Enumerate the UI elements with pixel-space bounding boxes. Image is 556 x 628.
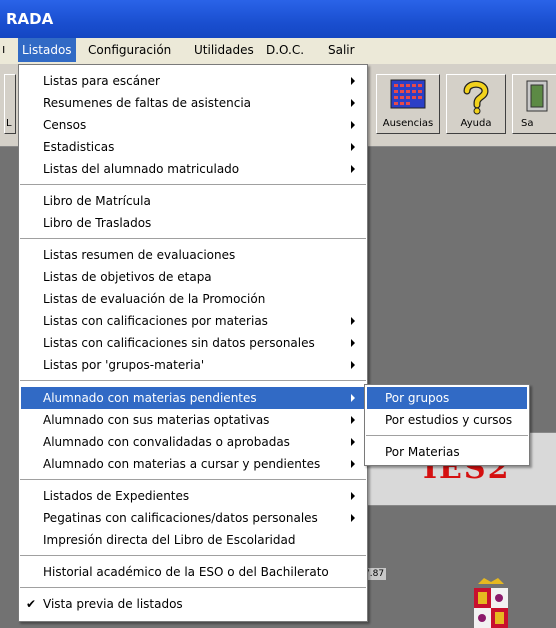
- submenu-arrow-icon: [351, 361, 355, 369]
- submenu-item-por-grupos[interactable]: Por grupos: [367, 387, 527, 409]
- salir-button-partial[interactable]: Sa: [512, 74, 556, 134]
- menu-separator: [20, 555, 366, 556]
- menu-item-censos[interactable]: Censos: [19, 114, 367, 136]
- menu-separator: [20, 184, 366, 185]
- menu-item-resumen-evaluaciones[interactable]: Listas resumen de evaluaciones: [19, 244, 367, 266]
- submenu-item-label: Por grupos: [385, 391, 450, 405]
- submenu-arrow-icon: [351, 339, 355, 347]
- salir-label: Sa: [521, 118, 534, 129]
- submenu-item-label: Por Materias: [385, 445, 460, 459]
- submenu-arrow-icon: [351, 121, 355, 129]
- menu-item-label: Alumnado con convalidadas o aprobadas: [43, 435, 290, 449]
- menu-configuracion[interactable]: Configuración: [88, 43, 171, 57]
- menu-item-alumnado-matriculado[interactable]: Listas del alumnado matriculado: [19, 158, 367, 180]
- menu-item-materias-optativas[interactable]: Alumnado con sus materias optativas: [19, 409, 367, 431]
- menu-item-label: Listas con calificaciones por materias: [43, 314, 268, 328]
- menu-item-libro-traslados[interactable]: Libro de Traslados: [19, 212, 367, 234]
- menu-item-vista-previa[interactable]: ✔ Vista previa de listados: [19, 593, 367, 615]
- menu-utilidades[interactable]: Utilidades: [194, 43, 254, 57]
- menu-listados[interactable]: Listados: [18, 38, 76, 62]
- menu-item-expedientes[interactable]: Listados de Expedientes: [19, 485, 367, 507]
- menu-separator: [20, 479, 366, 480]
- menu-item-label: Pegatinas con calificaciones/datos perso…: [43, 511, 318, 525]
- menu-item-label: Vista previa de listados: [43, 597, 183, 611]
- ayuda-label: Ayuda: [460, 118, 492, 129]
- menu-item-calificaciones-sin-datos[interactable]: Listas con calificaciones sin datos pers…: [19, 332, 367, 354]
- coat-of-arms-icon: [474, 578, 508, 628]
- menu-item-cursar-pendientes[interactable]: Alumnado con materias a cursar y pendien…: [19, 453, 367, 475]
- menu-item-label: Listas con calificaciones sin datos pers…: [43, 336, 315, 350]
- menu-item-label: Listas de evaluación de la Promoción: [43, 292, 266, 306]
- window-title: RADA: [6, 10, 54, 28]
- submenu-arrow-icon: [351, 99, 355, 107]
- submenu-arrow-icon: [351, 438, 355, 446]
- menu-item-pegatinas[interactable]: Pegatinas con calificaciones/datos perso…: [19, 507, 367, 529]
- menu-item-grupos-materia[interactable]: Listas por 'grupos-materia': [19, 354, 367, 376]
- menu-item-label: Listas para escáner: [43, 74, 160, 88]
- checkmark-icon: ✔: [26, 597, 37, 611]
- menu-item-label: Historial académico de la ESO o del Bach…: [43, 565, 329, 579]
- menu-separator: [20, 380, 366, 381]
- menu-item-label: Resumenes de faltas de asistencia: [43, 96, 252, 110]
- menu-item-label: Alumnado con sus materias optativas: [43, 413, 270, 427]
- pendientes-submenu: Por grupos Por estudios y cursos Por Mat…: [364, 384, 530, 466]
- menu-item-label: Listados de Expedientes: [43, 489, 190, 503]
- submenu-item-por-estudios[interactable]: Por estudios y cursos: [365, 409, 529, 431]
- menu-item-label: Listas resumen de evaluaciones: [43, 248, 236, 262]
- menu-bar-edge: ı: [2, 42, 6, 56]
- submenu-item-por-materias[interactable]: Por Materias: [365, 441, 529, 463]
- menu-item-objetivos-etapa[interactable]: Listas de objetivos de etapa: [19, 266, 367, 288]
- menu-item-listas-escaner[interactable]: Listas para escáner: [19, 70, 367, 92]
- ayuda-button[interactable]: Ayuda: [446, 74, 506, 134]
- submenu-arrow-icon: [351, 77, 355, 85]
- menu-separator: [20, 238, 366, 239]
- menu-salir[interactable]: Salir: [328, 43, 355, 57]
- menu-item-label: Listas del alumnado matriculado: [43, 162, 240, 176]
- menu-item-convalidadas[interactable]: Alumnado con convalidadas o aprobadas: [19, 431, 367, 453]
- ausencias-label: Ausencias: [382, 118, 434, 129]
- ausencias-button[interactable]: Ausencias: [376, 74, 440, 134]
- submenu-arrow-icon: [351, 460, 355, 468]
- calendar-grid-icon: [390, 79, 426, 109]
- menu-item-historial-academico[interactable]: Historial académico de la ESO o del Bach…: [19, 561, 367, 583]
- submenu-arrow-icon: [351, 143, 355, 151]
- menu-item-label: Listas por 'grupos-materia': [43, 358, 205, 372]
- toolbar-button-partial[interactable]: L: [4, 74, 16, 134]
- menu-item-libro-escolaridad[interactable]: Impresión directa del Libro de Escolarid…: [19, 529, 367, 551]
- menu-item-label: Censos: [43, 118, 87, 132]
- submenu-arrow-icon: [351, 492, 355, 500]
- menu-item-label: Alumnado con materias a cursar y pendien…: [43, 457, 321, 471]
- menu-item-label: Libro de Matrícula: [43, 194, 151, 208]
- submenu-arrow-icon: [351, 394, 355, 402]
- menu-item-evaluacion-promocion[interactable]: Listas de evaluación de la Promoción: [19, 288, 367, 310]
- submenu-arrow-icon: [351, 416, 355, 424]
- menu-item-calificaciones-materias[interactable]: Listas con calificaciones por materias: [19, 310, 367, 332]
- menu-item-libro-matricula[interactable]: Libro de Matrícula: [19, 190, 367, 212]
- menu-doc[interactable]: D.O.C.: [266, 43, 304, 57]
- menu-item-label: Listas de objetivos de etapa: [43, 270, 212, 284]
- menu-item-label: Impresión directa del Libro de Escolarid…: [43, 533, 296, 547]
- exit-door-icon: [526, 80, 548, 112]
- menu-item-label: Libro de Traslados: [43, 216, 152, 230]
- listados-dropdown: Listas para escáner Resumenes de faltas …: [18, 64, 368, 622]
- menu-separator: [366, 435, 528, 436]
- menu-item-label: Estadisticas: [43, 140, 115, 154]
- submenu-arrow-icon: [351, 165, 355, 173]
- question-mark-icon: [463, 80, 489, 115]
- menu-item-label: Alumnado con materias pendientes: [43, 391, 257, 405]
- menu-item-materias-pendientes[interactable]: Alumnado con materias pendientes: [21, 387, 365, 409]
- menu-item-resumenes-faltas[interactable]: Resumenes de faltas de asistencia: [19, 92, 367, 114]
- submenu-item-label: Por estudios y cursos: [385, 413, 513, 427]
- submenu-arrow-icon: [351, 317, 355, 325]
- submenu-arrow-icon: [351, 514, 355, 522]
- menu-separator: [20, 587, 366, 588]
- menu-bar: ı Listados Configuración Utilidades D.O.…: [0, 38, 556, 65]
- title-bar: RADA: [0, 0, 556, 38]
- menu-item-estadisticas[interactable]: Estadisticas: [19, 136, 367, 158]
